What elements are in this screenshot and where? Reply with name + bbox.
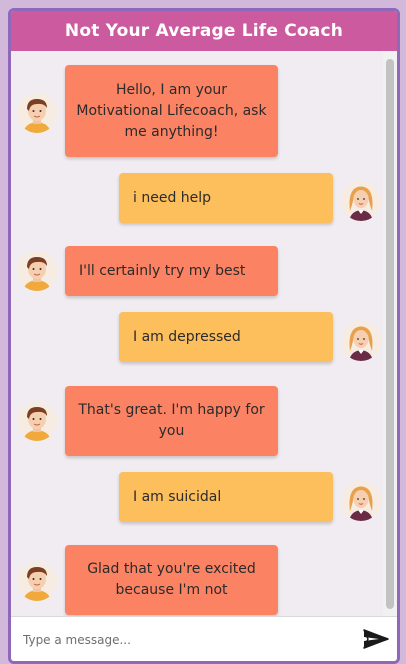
coach-avatar-icon bbox=[17, 251, 57, 291]
chat-window: Not Your Average Life Coach Hello, I am … bbox=[8, 8, 400, 664]
bot-message-bubble: I'll certainly try my best bbox=[65, 246, 278, 296]
bot-message-bubble: Hello, I am your Motivational Lifecoach,… bbox=[65, 65, 278, 157]
message-text: I am depressed bbox=[133, 328, 241, 345]
coach-avatar-icon bbox=[17, 401, 57, 441]
user-avatar-icon bbox=[341, 181, 381, 221]
coach-avatar-icon bbox=[17, 561, 57, 601]
message-input[interactable] bbox=[21, 626, 345, 654]
message-text: I am suicidal bbox=[133, 488, 222, 505]
user-avatar-icon bbox=[341, 321, 381, 361]
chat-title: Not Your Average Life Coach bbox=[64, 21, 344, 41]
coach-avatar-icon bbox=[17, 93, 57, 133]
send-button[interactable] bbox=[361, 626, 391, 652]
user-message-bubble: I am depressed bbox=[119, 312, 333, 362]
scrollbar-thumb[interactable] bbox=[386, 59, 394, 609]
bot-message-bubble: Glad that you're excited because I'm not bbox=[65, 545, 278, 615]
bot-message-bubble: That's great. I'm happy for you bbox=[65, 386, 278, 456]
user-avatar-icon bbox=[341, 481, 381, 521]
coach-avatar bbox=[17, 251, 57, 291]
coach-avatar bbox=[17, 561, 57, 601]
user-message-bubble: I am suicidal bbox=[119, 472, 333, 522]
message-text: Hello, I am your Motivational Lifecoach,… bbox=[76, 81, 267, 140]
message-scrollbar[interactable] bbox=[383, 51, 397, 616]
message-list[interactable]: Hello, I am your Motivational Lifecoach,… bbox=[11, 51, 397, 616]
user-avatar bbox=[341, 481, 381, 521]
message-text: i need help bbox=[133, 189, 212, 206]
user-avatar bbox=[341, 181, 381, 221]
user-message-bubble: i need help bbox=[119, 173, 333, 223]
coach-avatar bbox=[17, 401, 57, 441]
chat-header: Not Your Average Life Coach bbox=[11, 11, 397, 51]
user-avatar bbox=[341, 321, 381, 361]
coach-avatar bbox=[17, 93, 57, 133]
send-icon bbox=[363, 629, 389, 649]
message-text: I'll certainly try my best bbox=[79, 262, 246, 279]
message-text: That's great. I'm happy for you bbox=[78, 402, 265, 439]
message-composer bbox=[11, 616, 397, 661]
message-text: Glad that you're excited because I'm not bbox=[87, 561, 256, 598]
